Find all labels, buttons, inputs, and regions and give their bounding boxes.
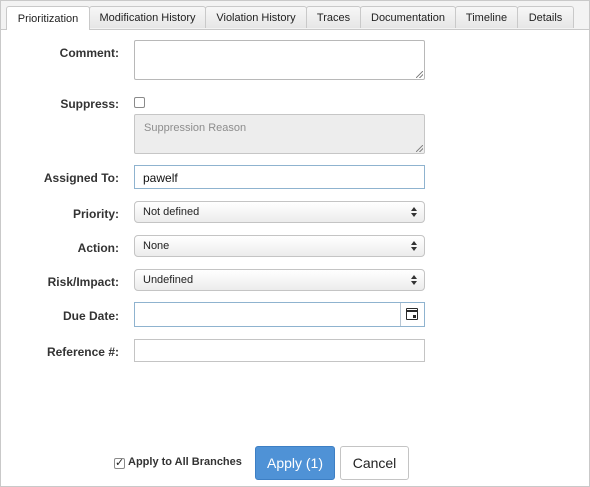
suppression-reason-placeholder: Suppression Reason (144, 122, 247, 134)
date-picker-button[interactable] (400, 303, 424, 326)
select-arrows-icon (411, 240, 417, 252)
tab-label: Modification History (99, 11, 196, 24)
priority-select[interactable]: Not defined (134, 201, 425, 223)
prioritization-dialog: Prioritization Modification History Viol… (0, 0, 590, 487)
due-date-input[interactable] (134, 302, 425, 327)
tab-timeline[interactable]: Timeline (455, 6, 518, 28)
calendar-icon (406, 308, 418, 320)
tab-label: Prioritization (17, 12, 79, 25)
tab-label: Details (528, 11, 563, 24)
comment-label: Comment: (59, 46, 119, 60)
risk-impact-select[interactable]: Undefined (134, 269, 425, 291)
tab-label: Traces (316, 11, 351, 24)
tab-prioritization[interactable]: Prioritization (6, 6, 90, 30)
reference-input[interactable] (134, 339, 425, 362)
suppress-label: Suppress: (60, 97, 119, 111)
assigned-to-value: pawelf (143, 171, 178, 185)
tab-label: Timeline (465, 11, 508, 24)
action-label: Action: (77, 241, 119, 255)
cancel-button[interactable]: Cancel (340, 446, 409, 480)
apply-button[interactable]: Apply (1) (255, 446, 335, 480)
comment-textarea[interactable] (134, 40, 425, 80)
assigned-to-label: Assigned To: (43, 171, 119, 185)
risk-impact-value: Undefined (143, 274, 194, 286)
action-select[interactable]: None (134, 235, 425, 257)
tab-violation-history[interactable]: Violation History (205, 6, 307, 28)
due-date-label: Due Date: (62, 309, 119, 323)
tab-traces[interactable]: Traces (306, 6, 361, 28)
priority-label: Priority: (72, 207, 119, 221)
tab-label: Violation History (216, 11, 296, 24)
tab-details[interactable]: Details (517, 6, 574, 28)
select-arrows-icon (411, 206, 417, 218)
risk-impact-label: Risk/Impact: (47, 275, 119, 289)
apply-all-branches-label: Apply to All Branches (128, 456, 242, 468)
reference-label: Reference #: (46, 345, 119, 359)
tab-documentation[interactable]: Documentation (360, 6, 456, 28)
apply-all-branches-checkbox[interactable] (114, 456, 125, 469)
tab-label: Documentation (371, 11, 445, 24)
assigned-to-input[interactable]: pawelf (134, 165, 425, 189)
select-arrows-icon (411, 274, 417, 286)
priority-value: Not defined (143, 206, 200, 218)
tab-bar: Prioritization Modification History Viol… (1, 1, 589, 30)
action-value: None (143, 240, 170, 252)
suppression-reason-textarea[interactable]: Suppression Reason (134, 114, 425, 154)
tab-modification-history[interactable]: Modification History (89, 6, 206, 28)
resize-grip-icon[interactable] (416, 71, 423, 78)
resize-grip-icon[interactable] (416, 145, 423, 152)
suppress-checkbox[interactable] (134, 97, 145, 108)
